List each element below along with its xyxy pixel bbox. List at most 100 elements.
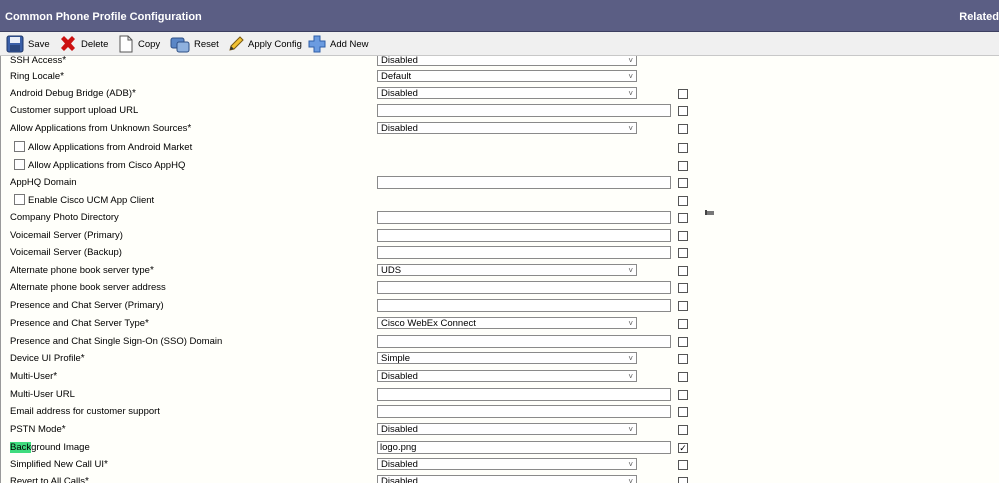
field-label: AppHQ Domain (10, 177, 77, 188)
select-value: Disabled (381, 123, 418, 134)
field-label: Alternate phone book server type* (10, 265, 154, 276)
field-select[interactable]: Disabled ˅ (377, 370, 637, 382)
override-checkbox[interactable] (678, 337, 688, 347)
override-checkbox[interactable] (678, 161, 688, 171)
override-checkbox[interactable] (678, 124, 688, 134)
chevron-down-icon: ˅ (628, 460, 633, 469)
select-value: Cisco WebEx Connect (381, 318, 476, 329)
field-label[interactable]: Enable Cisco UCM App Client (14, 193, 154, 206)
field-select[interactable]: Disabled ˅ (377, 87, 637, 99)
override-checkbox[interactable] (678, 319, 688, 329)
related-links[interactable]: Related (959, 11, 999, 23)
select-value: Disabled (381, 424, 418, 435)
required-marker: * (61, 424, 66, 435)
field-input[interactable] (377, 229, 671, 242)
override-checkbox[interactable] (678, 407, 688, 417)
field-input[interactable] (377, 299, 671, 312)
override-checkbox[interactable] (678, 425, 688, 435)
add-new-button[interactable]: Add New (308, 35, 369, 53)
field-select[interactable]: Disabled ˅ (377, 475, 637, 483)
chevron-down-icon: ˅ (628, 477, 633, 483)
field-select[interactable]: Disabled ˅ (377, 122, 637, 134)
pencil-icon (229, 36, 244, 51)
add-new-label: Add New (330, 38, 369, 50)
chevron-down-icon: ˅ (628, 425, 633, 434)
save-icon (6, 35, 24, 53)
override-checkbox[interactable] (678, 283, 688, 293)
delete-button[interactable]: Delete (59, 35, 108, 53)
form-row: Presence and Chat Single Sign-On (SSO) D… (1, 333, 999, 350)
field-input[interactable] (377, 281, 671, 294)
form-row: Voicemail Server (Primary) (1, 227, 999, 244)
field-label-text: AppHQ Domain (10, 177, 77, 188)
form-row: PSTN Mode* Disabled ˅ (1, 421, 999, 438)
field-label[interactable]: Allow Applications from Android Market (14, 140, 192, 153)
override-checkbox[interactable] (678, 301, 688, 311)
override-checkbox[interactable] (678, 372, 688, 382)
override-checkbox[interactable] (678, 390, 688, 400)
select-value: Disabled (381, 476, 418, 483)
form-row: Device UI Profile* Simple ˅ (1, 350, 999, 367)
form-row: Alternate phone book server type* UDS ˅ (1, 262, 999, 279)
field-select[interactable]: Simple ˅ (377, 352, 637, 364)
field-input[interactable] (377, 211, 671, 224)
reset-label: Reset (194, 38, 219, 50)
field-label-text: Voicemail Server (Backup) (10, 247, 122, 258)
override-checkbox[interactable] (678, 89, 688, 99)
delete-icon (61, 36, 75, 51)
reset-button[interactable]: Reset (170, 35, 219, 53)
field-select[interactable]: Disabled ˅ (377, 458, 637, 470)
field-input[interactable]: logo.png (377, 441, 671, 454)
override-checkbox[interactable] (678, 213, 688, 223)
field-input[interactable] (377, 246, 671, 259)
field-input[interactable] (377, 104, 671, 117)
copy-button[interactable]: Copy (118, 35, 160, 53)
field-select[interactable]: UDS ˅ (377, 264, 637, 276)
form-row: Voicemail Server (Backup) (1, 244, 999, 261)
override-checkbox[interactable] (678, 196, 688, 206)
select-value: Simple (381, 353, 411, 364)
form-row: Allow Applications from Android Market (1, 139, 999, 156)
field-input[interactable] (377, 405, 671, 418)
chevron-down-icon: ˅ (628, 319, 633, 328)
field-label[interactable]: Allow Applications from Cisco AppHQ (14, 158, 185, 171)
override-checkbox[interactable] (678, 477, 688, 483)
override-checkbox[interactable] (678, 231, 688, 241)
override-checkbox[interactable] (678, 106, 688, 116)
field-checkbox[interactable] (14, 158, 25, 170)
chevron-down-icon: ˅ (628, 266, 633, 275)
save-button[interactable]: Save (6, 35, 50, 53)
form-row: AppHQ Domain (1, 174, 999, 191)
field-select[interactable]: Default ˅ (377, 70, 637, 82)
field-label-text: Company Photo Directory (10, 212, 119, 223)
field-input[interactable] (377, 388, 671, 401)
select-value: UDS (381, 265, 402, 276)
field-checkbox[interactable] (14, 140, 25, 152)
form-row: Company Photo Directory (1, 209, 999, 226)
select-value: Default (381, 71, 412, 82)
field-label: Multi-User* (10, 371, 57, 382)
override-checkbox[interactable] (678, 460, 688, 470)
override-checkbox[interactable] (678, 178, 688, 188)
field-select[interactable]: Disabled ˅ (377, 423, 637, 435)
override-checkbox[interactable] (678, 266, 688, 276)
override-checkbox[interactable] (678, 143, 688, 153)
field-select[interactable]: Cisco WebEx Connect ˅ (377, 317, 637, 329)
override-checkbox[interactable]: ✓ (678, 443, 688, 453)
required-marker: * (62, 56, 67, 66)
override-checkbox[interactable] (678, 354, 688, 364)
field-label-text: Alternate phone book server address (10, 282, 166, 293)
field-label: Voicemail Server (Backup) (10, 247, 122, 258)
field-select[interactable]: Disabled ˅ (377, 56, 637, 66)
field-input[interactable] (377, 176, 671, 189)
override-checkbox[interactable] (678, 248, 688, 258)
apply-config-button[interactable]: Apply Config (228, 35, 302, 53)
field-input[interactable] (377, 335, 671, 348)
field-label: Ring Locale* (10, 71, 64, 82)
field-checkbox[interactable] (14, 193, 25, 205)
form-row: Allow Applications from Cisco AppHQ (1, 157, 999, 174)
field-label-text: Background Image (10, 442, 90, 453)
field-label-text: Simplified New Call UI (10, 459, 104, 470)
required-marker: * (53, 371, 58, 382)
field-label-text: Customer support upload URL (10, 105, 139, 116)
